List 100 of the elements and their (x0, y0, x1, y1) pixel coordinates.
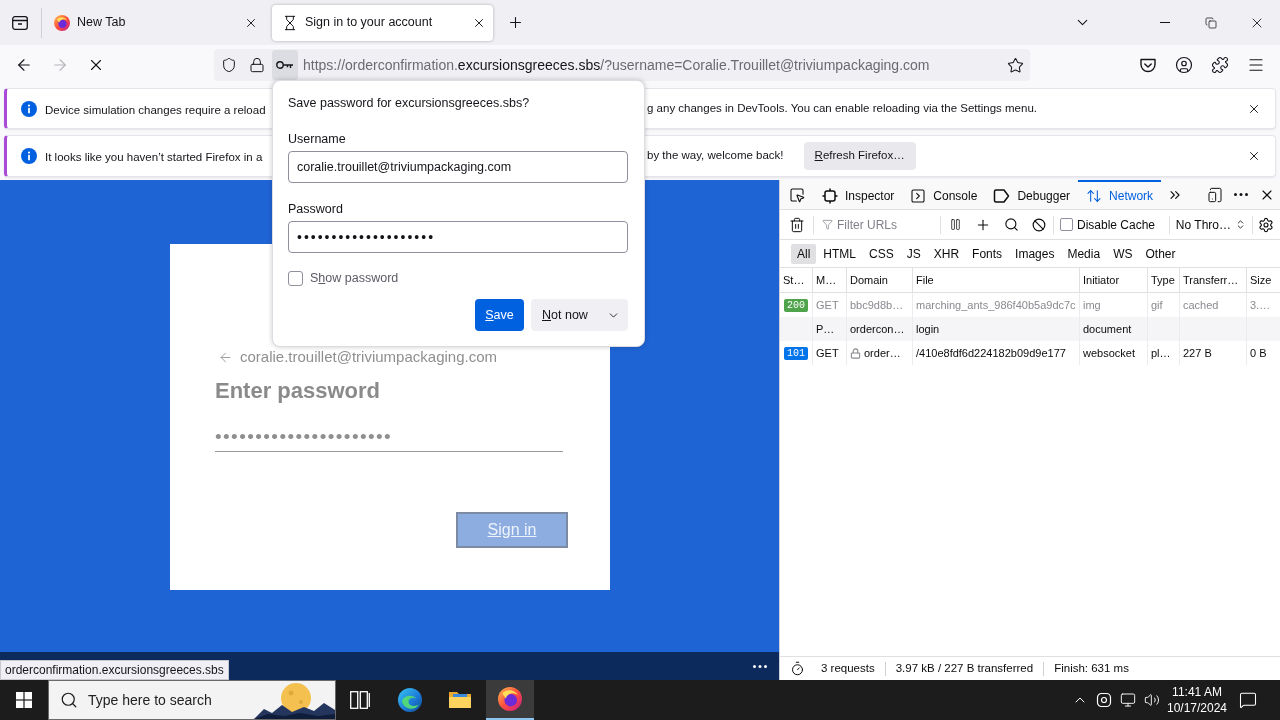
firefox-icon (498, 687, 522, 711)
throttling-select[interactable]: No Thro… (1175, 215, 1246, 234)
link-status-tooltip: orderconfirmation.excursionsgreeces.sbs (0, 660, 229, 680)
type-filter-button[interactable]: Fonts (966, 243, 1009, 264)
type-filter-button[interactable]: WS (1107, 243, 1139, 264)
pouch-icon (1140, 57, 1156, 73)
terminal-icon (910, 187, 927, 204)
save-button[interactable]: Save (475, 299, 524, 331)
type-filter-button[interactable]: HTML (817, 243, 862, 264)
column-header[interactable]: Transferr… (1180, 268, 1247, 292)
table-cell: login (913, 317, 1080, 341)
folder-icon (448, 690, 472, 710)
column-header[interactable]: Size (1247, 268, 1280, 292)
close-icon (1247, 149, 1261, 163)
puzzle-icon (1211, 56, 1229, 74)
restore-icon (1205, 16, 1217, 29)
column-header[interactable]: File (913, 268, 1080, 292)
summary-text: 3 requests (821, 660, 875, 676)
search-icon (60, 691, 78, 709)
type-filter-button[interactable]: XHR (927, 243, 966, 264)
disable-cache-checkbox[interactable]: Disable Cache (1060, 215, 1156, 234)
type-filter-button[interactable]: JS (900, 243, 927, 264)
task-view-icon (350, 691, 370, 709)
type-filter-button[interactable]: Other (1139, 243, 1182, 264)
column-header[interactable]: Initiator (1080, 268, 1148, 292)
table-cell: /410e8fdf6d224182b09d9e177 (913, 341, 1080, 365)
search-icon (1003, 217, 1019, 232)
column-header[interactable]: Domain (847, 268, 913, 292)
sort-arrows-icon (1235, 219, 1246, 230)
firefox-taskbar-button[interactable] (486, 680, 534, 720)
settings-icon (1258, 216, 1274, 233)
notifications-icon (1239, 691, 1257, 709)
moon-landscape-icon (254, 681, 335, 719)
camera-icon (1096, 692, 1112, 708)
table-cell: document (1080, 317, 1148, 341)
show-password-checkbox[interactable]: Show password (288, 270, 399, 286)
browser-tab[interactable]: New Tab (44, 4, 265, 41)
devtools-tab[interactable]: Inspector (814, 180, 903, 209)
password-key-button[interactable] (272, 50, 298, 80)
info-icon (21, 148, 37, 164)
username-label: Username (288, 131, 346, 147)
column-header[interactable]: St… (780, 268, 813, 292)
popup-title: Save password for excursionsgreeces.sbs? (288, 95, 530, 111)
edge-icon (398, 688, 422, 712)
username-field[interactable]: coralie.trouillet@triviumpackaging.com (288, 151, 628, 183)
tag-icon (993, 188, 1011, 203)
table-cell-text: order… (864, 345, 901, 361)
volume-icon (1144, 692, 1160, 708)
cursor-square-icon (789, 186, 805, 203)
monitor-icon (1120, 692, 1136, 708)
notification-text: Device simulation changes require a reload (45, 103, 266, 116)
password-label: Password (288, 201, 343, 217)
archive-icon (12, 15, 28, 30)
info-icon (21, 100, 37, 117)
notification-text: by the way, welcome back! (647, 148, 784, 164)
type-filter-button[interactable]: Images (1009, 243, 1061, 264)
crosshair-square-icon (822, 187, 838, 204)
page-heading: Enter password (215, 377, 381, 405)
filter-field[interactable]: Filter URLs (818, 212, 940, 237)
type-filter-button[interactable]: All (791, 243, 817, 264)
account-icon (1175, 56, 1193, 74)
status-badge: 200 (784, 298, 808, 312)
table-cell: GET (813, 341, 847, 365)
menu-icon (1247, 56, 1265, 74)
notification-text: It looks like you haven’t started Firefox in a (45, 151, 263, 163)
star-icon (1006, 56, 1024, 74)
devtools-tab[interactable]: Console (902, 180, 986, 209)
type-filter-button[interactable]: Media (1061, 243, 1107, 264)
key-icon (276, 60, 294, 70)
account-email: coralie.trouillet@triviumpackaging.com (240, 348, 497, 366)
block-icon (1032, 217, 1046, 232)
hourglass-icon (282, 14, 298, 31)
devtools-tab[interactable]: Debugger (985, 180, 1079, 209)
up-down-arrows-icon (1086, 187, 1103, 204)
table-cell: 227 B (1180, 341, 1247, 365)
lock-icon (249, 57, 265, 73)
taskbar-search-field[interactable]: Type here to search (48, 680, 336, 720)
devtools-tab[interactable]: Network (1078, 180, 1162, 209)
table-cell: websocket (1080, 341, 1148, 365)
status-badge: 101 (784, 346, 808, 360)
browser-tab[interactable]: Sign in to your account (272, 4, 493, 41)
table-cell: ordercon… (847, 317, 913, 341)
column-header[interactable]: M… (813, 268, 847, 292)
trash-icon (789, 216, 805, 233)
forward-arrow-icon (51, 56, 69, 74)
minimize-icon (1160, 22, 1170, 23)
refresh-button[interactable]: Refresh Firefox… (803, 142, 916, 170)
not-now-button[interactable]: Not now (531, 299, 598, 331)
shield-icon (221, 57, 237, 73)
column-header[interactable]: Type (1148, 268, 1180, 292)
ellipsis-icon (1234, 193, 1248, 196)
clock-button[interactable]: 11:41 AM 10/17/2024 (1166, 680, 1228, 720)
password-field[interactable]: •••••••••••••••••••• (288, 221, 628, 253)
firefox-icon (54, 14, 70, 31)
type-filter-button[interactable]: CSS (863, 243, 900, 264)
notification-text: g any changes in DevTools. You can enable reloading via the Settings menu. (647, 100, 1037, 116)
pause-icon (948, 218, 962, 231)
timer-icon (790, 661, 805, 676)
summary-text: 3.97 kB / 227 B transferred (895, 660, 1034, 676)
devices-icon (1207, 186, 1223, 203)
